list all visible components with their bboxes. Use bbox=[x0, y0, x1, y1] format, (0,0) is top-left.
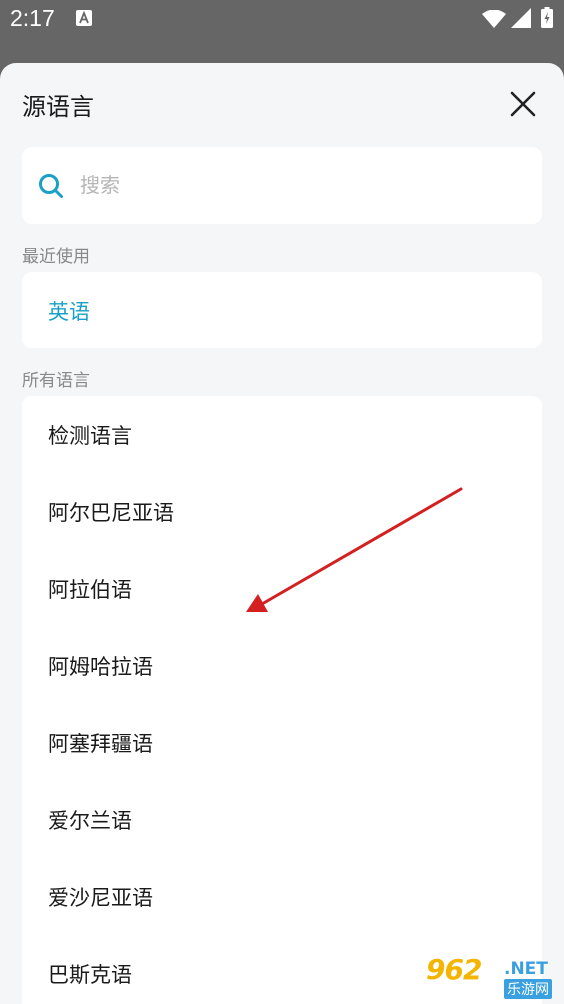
list-item[interactable]: 爱尔兰语 bbox=[22, 781, 542, 858]
recent-list: 英语 bbox=[22, 272, 542, 348]
status-time: 2:17 bbox=[10, 5, 55, 31]
search-box[interactable] bbox=[22, 147, 542, 224]
close-icon bbox=[510, 91, 536, 117]
language-label: 爱沙尼亚语 bbox=[48, 886, 153, 910]
list-item[interactable]: 检测语言 bbox=[22, 396, 542, 473]
list-item[interactable]: 阿姆哈拉语 bbox=[22, 627, 542, 704]
watermark-number: 962 bbox=[426, 953, 482, 986]
all-languages-list: 检测语言 阿尔巴尼亚语 阿拉伯语 阿姆哈拉语 阿塞拜疆语 爱尔兰语 爱沙尼亚语 … bbox=[22, 396, 542, 1004]
close-button[interactable] bbox=[506, 87, 540, 121]
language-label: 阿尔巴尼亚语 bbox=[48, 501, 174, 525]
language-label: 巴斯克语 bbox=[48, 963, 132, 987]
list-item[interactable]: 阿塞拜疆语 bbox=[22, 704, 542, 781]
recent-section-label: 最近使用 bbox=[22, 247, 90, 267]
search-icon bbox=[39, 174, 63, 198]
search-input[interactable] bbox=[80, 165, 520, 205]
language-label: 阿塞拜疆语 bbox=[48, 732, 153, 756]
list-item[interactable]: 阿尔巴尼亚语 bbox=[22, 473, 542, 550]
watermark-logo: 962 .NET 乐游网 bbox=[426, 953, 558, 1001]
watermark-domain: .NET bbox=[504, 959, 548, 979]
status-bar: 2:17 bbox=[0, 0, 564, 38]
language-picker-sheet: 源语言 最近使用 英语 所有语言 检测语言 阿尔巴尼亚语 阿拉伯语 阿姆哈拉语 … bbox=[0, 63, 564, 1004]
app-notification-icon bbox=[76, 10, 92, 26]
list-item[interactable]: 爱沙尼亚语 bbox=[22, 858, 542, 935]
recent-item-english[interactable]: 英语 bbox=[48, 296, 90, 326]
watermark-subtitle: 乐游网 bbox=[504, 979, 552, 999]
sheet-title: 源语言 bbox=[22, 93, 94, 121]
battery-icon bbox=[541, 7, 553, 28]
list-item[interactable]: 阿拉伯语 bbox=[22, 550, 542, 627]
signal-icon bbox=[511, 8, 531, 28]
wifi-icon bbox=[482, 10, 506, 28]
language-label: 检测语言 bbox=[48, 424, 132, 448]
language-label: 阿姆哈拉语 bbox=[48, 655, 153, 679]
all-languages-section-label: 所有语言 bbox=[22, 371, 90, 391]
language-label: 阿拉伯语 bbox=[48, 578, 132, 602]
language-label: 爱尔兰语 bbox=[48, 809, 132, 833]
